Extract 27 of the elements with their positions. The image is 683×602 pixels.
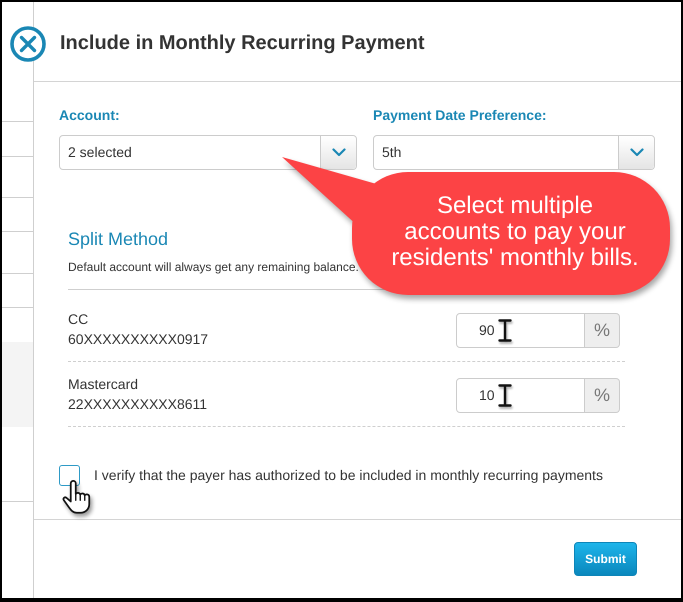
section-title: Split Method [68,229,168,249]
field-label: Account: [59,107,120,123]
percent-input[interactable]: 90 [456,313,585,348]
select-value: 2 selected [67,143,133,162]
percent-input[interactable]: 10 [456,378,585,413]
select-field[interactable]: 2 selected [59,135,357,170]
text-cursor-icon [498,384,512,407]
select-value: 5th [381,143,402,162]
percent-addon: % [585,313,620,348]
close-icon[interactable] [10,26,46,62]
callout-text: Select multiple accounts to pay your residents' monthly bills. [390,193,640,271]
dropdown-toggle[interactable] [320,136,356,169]
checkbox-label: I verify that the payer has authorized to be included in monthly recurring payments [94,466,603,485]
hand-pointer-icon [62,479,92,514]
text-cursor-icon [498,319,512,342]
section-note: Default account will always get any remaining balance. [68,260,359,274]
chevron-down-icon [630,148,644,157]
dialog-title: Include in Monthly Recurring Payment [60,30,424,56]
percent-addon: % [585,378,620,413]
account-number: 22XXXXXXXXXX8611 [68,395,208,414]
chevron-down-icon [332,148,346,157]
account-name: Mastercard [68,375,138,394]
select-field[interactable]: 5th [373,135,655,170]
account-name: CC [68,310,88,329]
dropdown-toggle[interactable] [618,136,654,169]
field-label: Payment Date Preference: [373,107,547,123]
account-number: 60XXXXXXXXXX0917 [68,330,208,349]
